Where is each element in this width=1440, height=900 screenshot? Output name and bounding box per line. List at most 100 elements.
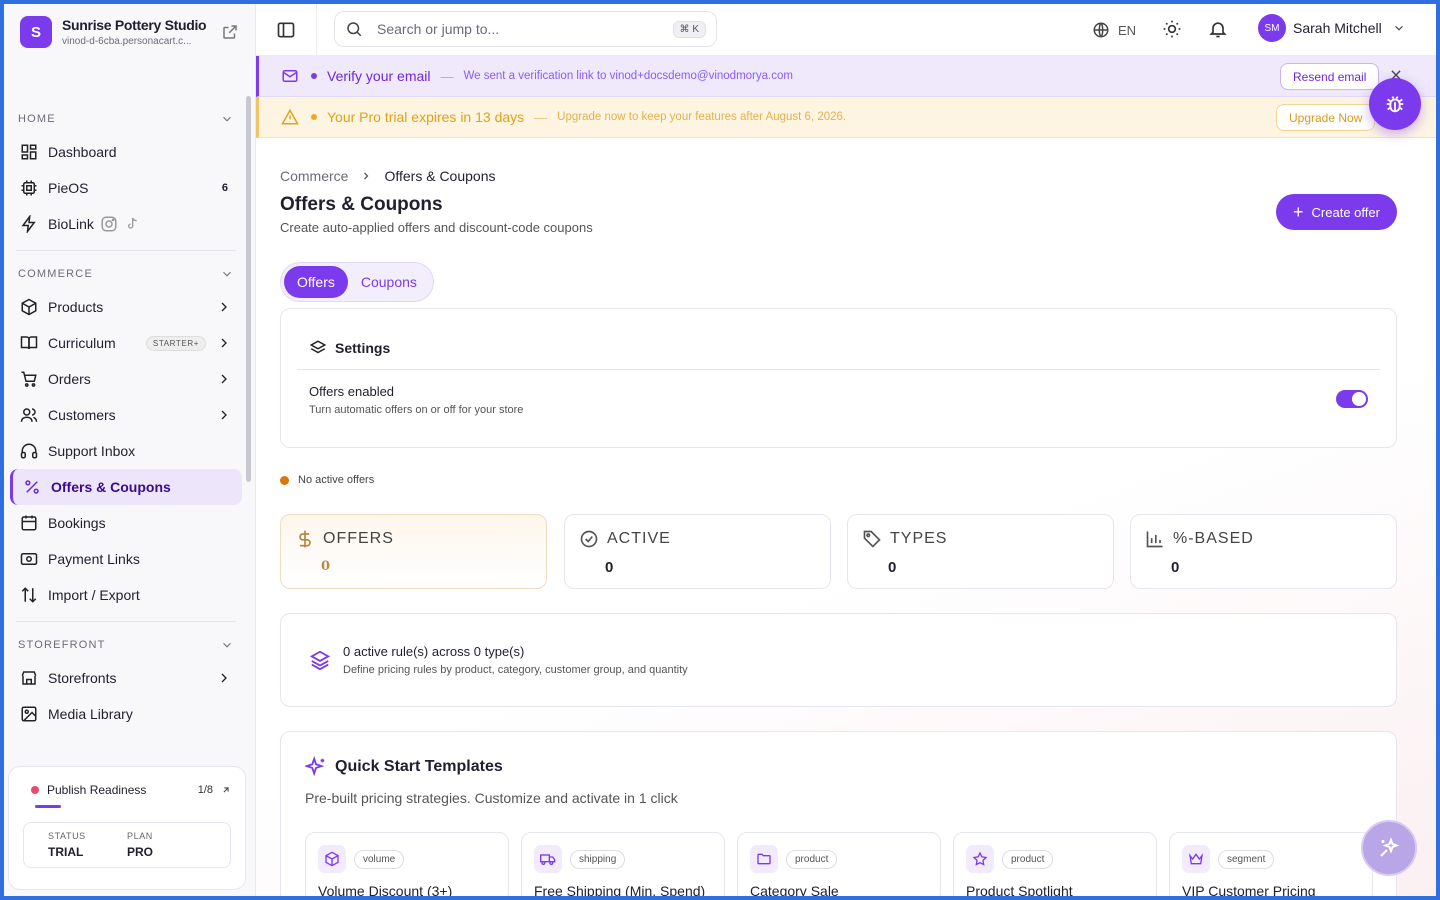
status-plan-box: STATUS TRIAL PLAN PRO (23, 822, 231, 868)
tiktok-icon[interactable] (124, 216, 140, 232)
sidebar-nav: HOME Dashboard PieOS 6 BioLink COMMERCE (10, 104, 242, 732)
user-name: Sarah Mitchell (1293, 20, 1382, 36)
external-link-icon[interactable] (221, 23, 239, 41)
sidebar-item-label: Products (48, 299, 104, 315)
search-input[interactable]: Search or jump to... ⌘ K (334, 11, 717, 47)
stat-value: 0 (321, 559, 331, 574)
sidebar-item-label: Payment Links (48, 551, 140, 567)
status-dot (31, 786, 39, 794)
sidebar-item-media-library[interactable]: Media Library (10, 696, 242, 732)
truck-icon (540, 854, 556, 865)
sidebar-item-label: Orders (48, 371, 91, 387)
sidebar-item-payment-links[interactable]: Payment Links (10, 541, 242, 577)
bug-report-button[interactable] (1369, 78, 1421, 130)
chevron-down-icon (223, 116, 231, 122)
star-icon (972, 851, 988, 866)
dollar-icon (299, 530, 311, 548)
language-selector[interactable]: EN (1092, 21, 1136, 39)
search-placeholder: Search or jump to... (377, 21, 500, 37)
pricing-rules-card: 0 active rule(s) across 0 type(s) Define… (280, 613, 1397, 707)
publish-readiness-card[interactable]: Publish Readiness 1/8 STATUS TRIAL PLAN … (8, 766, 246, 890)
template-card-product-spotlight[interactable]: product Product Spotlight (953, 832, 1157, 896)
create-offer-label: Create offer (1311, 204, 1380, 220)
chevron-right-icon (221, 338, 227, 348)
cart-icon (21, 371, 37, 387)
template-card-shipping[interactable]: shipping Free Shipping (Min. Spend) (521, 832, 725, 896)
sidebar-toggle-icon[interactable] (276, 20, 296, 40)
sidebar-scrollbar[interactable] (246, 96, 251, 482)
section-home[interactable]: HOME (10, 104, 242, 134)
section-commerce[interactable]: COMMERCE (10, 259, 242, 289)
sidebar-item-dashboard[interactable]: Dashboard (10, 134, 242, 170)
sidebar-item-label: PieOS (48, 180, 89, 196)
breadcrumb: Commerce Offers & Coupons (280, 168, 496, 184)
sidebar-item-pieos[interactable]: PieOS 6 (10, 170, 242, 206)
sun-icon[interactable] (1162, 19, 1182, 39)
payment-icon (20, 553, 38, 565)
template-card-volume[interactable]: volume Volume Discount (3+) (305, 832, 509, 896)
sidebar-item-import-export[interactable]: Import / Export (10, 577, 242, 613)
page-title: Offers & Coupons (280, 194, 443, 215)
arrows-icon (21, 587, 37, 603)
sidebar-item-label: Offers & Coupons (51, 479, 171, 495)
chevron-right-icon (221, 374, 227, 384)
upgrade-now-button[interactable]: Upgrade Now (1276, 104, 1376, 131)
instagram-icon[interactable] (100, 215, 118, 233)
status-dot (280, 475, 289, 485)
store-icon (21, 671, 37, 685)
sidebar-item-biolink[interactable]: BioLink (10, 206, 242, 242)
offers-enabled-toggle[interactable] (1336, 390, 1368, 408)
sidebar-item-products[interactable]: Products (10, 289, 242, 325)
rules-summary: 0 active rule(s) across 0 type(s) (343, 644, 525, 659)
quick-start-title: Quick Start Templates (335, 758, 503, 775)
sidebar-item-storefronts[interactable]: Storefronts (10, 660, 242, 696)
pieos-count-badge: 6 (221, 182, 228, 194)
sidebar-divider (16, 250, 236, 251)
stat-label: %-BASED (1173, 530, 1254, 547)
template-card-vip[interactable]: segment VIP Customer Pricing (1169, 832, 1373, 896)
sidebar-item-label: BioLink (48, 216, 94, 232)
separator: — (440, 68, 454, 84)
bolt-icon (21, 215, 36, 233)
create-offer-button[interactable]: + Create offer (1276, 194, 1397, 230)
book-icon (20, 336, 38, 350)
sidebar-item-orders[interactable]: Orders (10, 361, 242, 397)
breadcrumb-parent[interactable]: Commerce (280, 168, 348, 184)
resend-email-button[interactable]: Resend email (1280, 63, 1380, 90)
section-home-label: HOME (18, 113, 56, 125)
sidebar-item-bookings[interactable]: Bookings (10, 505, 242, 541)
box-icon (325, 851, 339, 867)
separator: — (534, 109, 548, 125)
plan-value: PRO (127, 845, 154, 859)
chip-icon (21, 180, 37, 196)
mail-icon (282, 70, 298, 82)
sidebar-item-offers-coupons[interactable]: Offers & Coupons (10, 469, 242, 505)
bug-icon (1386, 96, 1404, 113)
template-name: Free Shipping (Min. Spend) (534, 883, 706, 896)
bell-icon[interactable] (1208, 19, 1228, 39)
stat-card-percent-based: %-BASED 0 (1130, 514, 1397, 589)
chevron-right-icon (221, 673, 227, 683)
headset-icon (20, 443, 38, 459)
crown-icon (1188, 853, 1204, 865)
sidebar-item-support-inbox[interactable]: Support Inbox (10, 433, 242, 469)
trial-banner: Your Pro trial expires in 13 days — Upgr… (256, 97, 1436, 138)
sidebar-item-label: Dashboard (48, 144, 117, 160)
template-name: Volume Discount (3+) (318, 883, 453, 896)
ai-assistant-button[interactable] (1361, 820, 1417, 876)
user-menu[interactable]: SM Sarah Mitchell (1258, 14, 1406, 42)
sidebar-item-customers[interactable]: Customers (10, 397, 242, 433)
store-url: vinod-d-6cba.personacart.c... (62, 36, 192, 47)
section-storefront[interactable]: STOREFRONT (10, 630, 242, 660)
sidebar-item-curriculum[interactable]: Curriculum STARTER+ (10, 325, 242, 361)
arrow-up-right-icon[interactable] (221, 785, 231, 795)
tab-coupons[interactable]: Coupons (348, 266, 430, 298)
offers-enabled-desc: Turn automatic offers on or off for your… (309, 404, 524, 416)
rules-description: Define pricing rules by product, categor… (343, 664, 688, 676)
brand-header[interactable]: S Sunrise Pottery Studio vinod-d-6cba.pe… (4, 4, 255, 60)
sidebar-item-label: Media Library (48, 706, 133, 722)
template-card-category-sale[interactable]: product Category Sale (737, 832, 941, 896)
warning-icon (281, 108, 299, 125)
tab-offers[interactable]: Offers (284, 266, 348, 298)
tab-group: Offers Coupons (280, 262, 434, 302)
